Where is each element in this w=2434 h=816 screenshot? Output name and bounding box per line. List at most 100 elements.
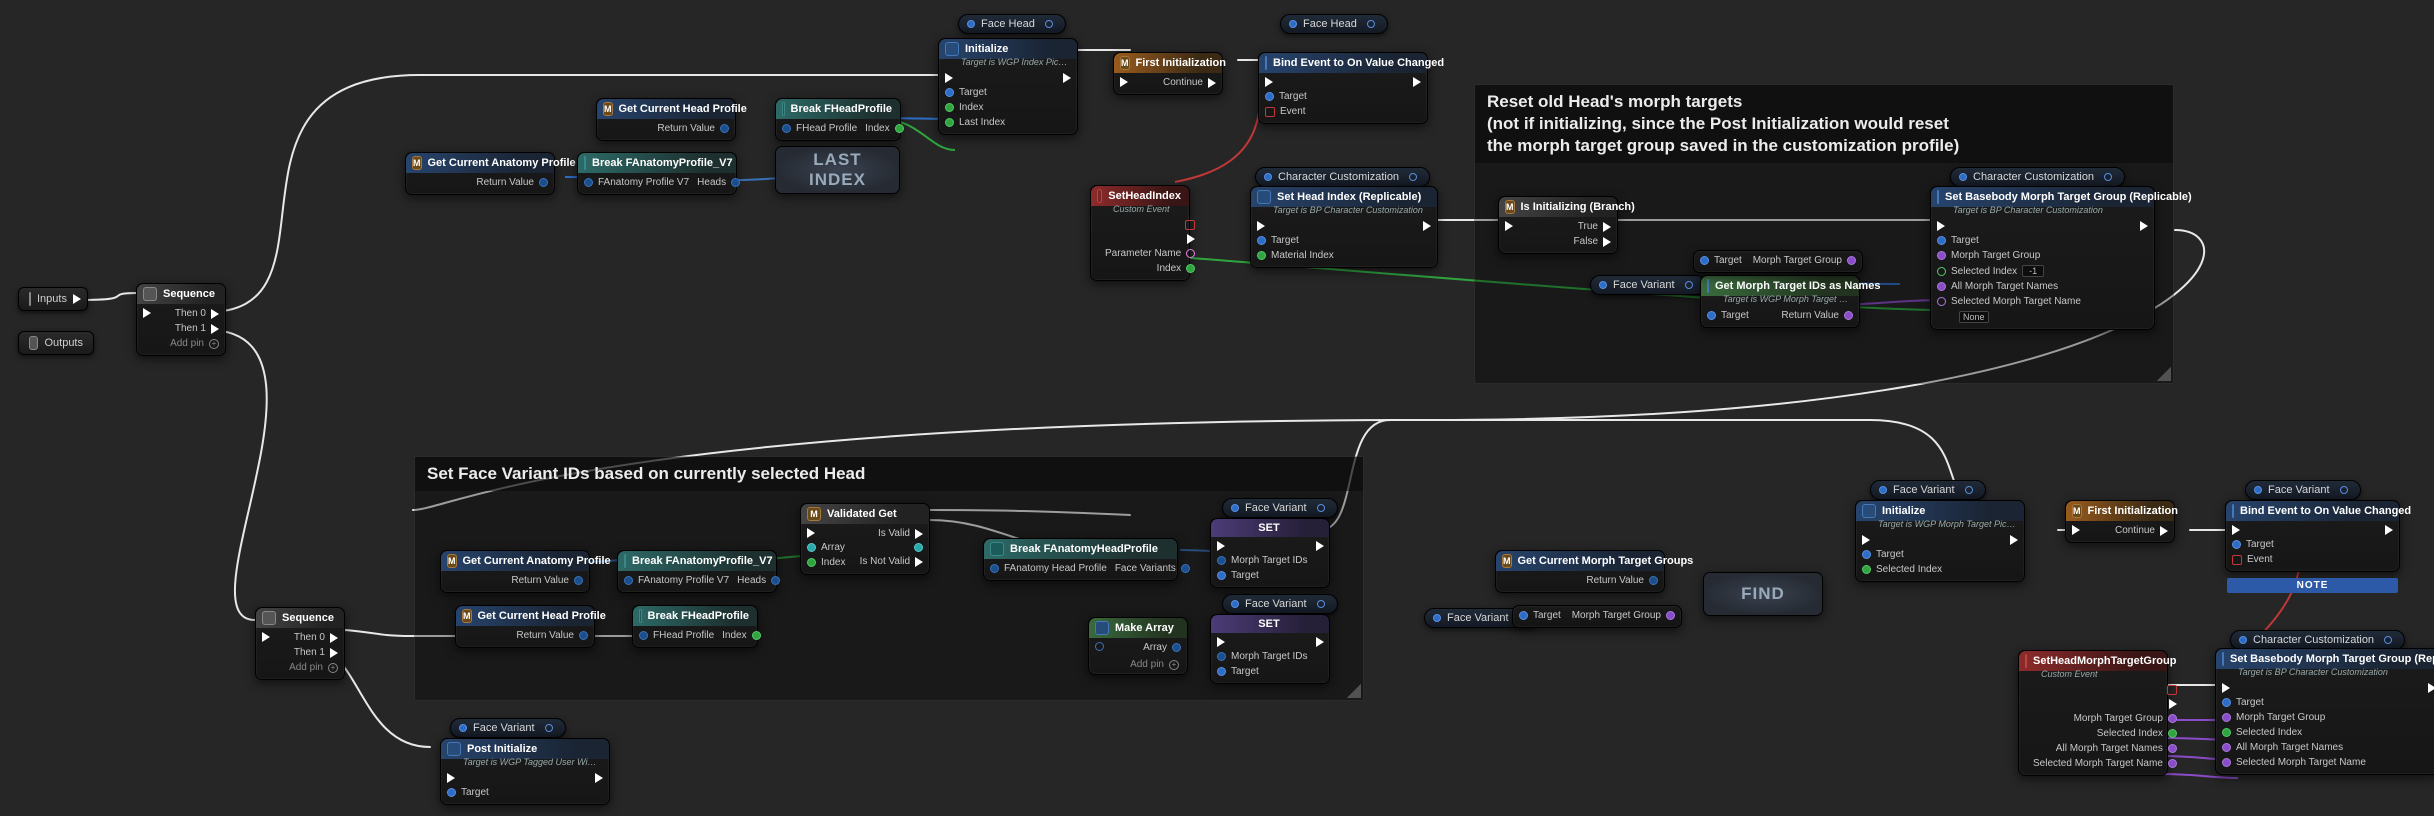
add-pin-label[interactable]: Add pin (170, 338, 204, 349)
pin-out-struct[interactable] (720, 124, 729, 133)
pin-in-int[interactable] (1862, 565, 1871, 574)
exec-out-icon[interactable] (595, 773, 603, 783)
exec-out-icon[interactable] (2010, 535, 2018, 545)
exec-out-icon[interactable] (330, 648, 338, 658)
pin-in[interactable] (1937, 251, 1946, 260)
outputs-tunnel[interactable]: Outputs (18, 331, 94, 355)
pin-in[interactable] (2222, 758, 2231, 767)
post-initialize-node[interactable]: Post Initialize Target is WGP Tagged Use… (440, 738, 610, 805)
exec-in-icon[interactable] (2222, 683, 2230, 693)
pin-out[interactable] (1186, 249, 1195, 258)
face-variant-var-2[interactable]: Face Variant (1222, 498, 1338, 518)
pin-in-obj[interactable] (1217, 571, 1226, 580)
var-out-pin[interactable] (1685, 281, 1693, 289)
exec-out-icon[interactable] (330, 633, 338, 643)
pin-in-struct[interactable] (782, 124, 791, 133)
exec-in-icon[interactable] (2232, 525, 2240, 535)
pin-out[interactable] (914, 543, 923, 552)
pin-in-obj[interactable] (1519, 611, 1528, 620)
initialize-node-2[interactable]: Initialize Target is WGP Morph Target Pi… (1855, 500, 2025, 582)
pin-in-struct[interactable] (990, 564, 999, 573)
pin-out-array[interactable] (1172, 643, 1181, 652)
face-head-var-2[interactable]: Face Head (1280, 14, 1388, 34)
delegate-out[interactable] (2167, 685, 2177, 695)
pin-out[interactable] (2168, 759, 2177, 768)
pin-in-obj[interactable] (945, 88, 954, 97)
exec-out-icon[interactable] (1208, 78, 1216, 88)
first-initialization-node[interactable]: MFirst Initialization Continue (1113, 52, 1223, 95)
pin-default-value[interactable]: None (1959, 311, 1989, 323)
pin-out-struct[interactable] (579, 631, 588, 640)
exec-in-icon[interactable] (1217, 637, 1225, 647)
pin-in-obj[interactable] (1217, 667, 1226, 676)
add-pin-label[interactable]: Add pin (289, 662, 323, 673)
break-fanatomyprofile-node[interactable]: Break FAnatomyProfile_V7 FAnatomy Profil… (577, 152, 737, 195)
pin-in-int[interactable] (1937, 267, 1946, 276)
delegate-out[interactable] (1185, 220, 1195, 230)
set-node-2[interactable]: SET Morph Target IDs Target (1210, 614, 1330, 684)
exec-in-icon[interactable] (1217, 541, 1225, 551)
exec-in-icon[interactable] (1257, 221, 1265, 231)
pin-in[interactable] (1937, 297, 1946, 306)
reroute-target-morph-node-2[interactable]: Target Morph Target Group (1512, 605, 1682, 628)
var-out-pin[interactable] (1317, 600, 1325, 608)
exec-out-icon[interactable] (915, 529, 923, 539)
pin-default-value[interactable]: -1 (2022, 265, 2044, 277)
pin-in-obj[interactable] (2232, 540, 2241, 549)
pin-in-obj[interactable] (1265, 92, 1274, 101)
pin-in-obj[interactable] (1707, 311, 1716, 320)
pin-in-array[interactable] (1937, 282, 1946, 291)
first-initialization-node-2[interactable]: MFirst Initialization Continue (2065, 500, 2175, 543)
exec-out-icon[interactable] (2160, 526, 2168, 536)
pin-in[interactable] (1095, 642, 1104, 651)
pin-in-struct[interactable] (639, 631, 648, 640)
face-variant-var-3[interactable]: Face Variant (1222, 594, 1338, 614)
pin-in-obj[interactable] (2222, 698, 2231, 707)
inputs-tunnel[interactable]: Inputs (18, 287, 88, 311)
resize-handle-icon[interactable] (2157, 367, 2171, 381)
pin-out-struct[interactable] (539, 178, 548, 187)
var-out-pin[interactable] (1317, 504, 1325, 512)
get-current-head-profile-node[interactable]: MGet Current Head Profile Return Value (596, 98, 736, 141)
exec-out-icon[interactable] (2385, 525, 2393, 535)
get-current-head-profile-node-2[interactable]: MGet Current Head Profile Return Value (455, 605, 595, 648)
pin-out-struct[interactable] (574, 576, 583, 585)
exec-out-icon[interactable] (1603, 222, 1611, 232)
get-morph-ids-node[interactable]: Get Morph Target IDs as Names Target is … (1700, 275, 1860, 328)
pin-in-obj[interactable] (447, 788, 456, 797)
pin-out-int[interactable] (895, 124, 904, 133)
exec-out-icon[interactable] (211, 324, 219, 334)
break-fheadprofile-node[interactable]: Break FHeadProfile FHead Profile Index (775, 98, 901, 141)
pin-in-struct[interactable] (624, 576, 633, 585)
break-fheadprofile-node-2[interactable]: Break FHeadProfile FHead Profile Index (632, 605, 758, 648)
var-out-pin[interactable] (1965, 486, 1973, 494)
break-fanatomyhead-node[interactable]: Break FAnatomyHeadProfile FAnatomy Head … (983, 538, 1178, 581)
resize-handle-icon[interactable] (1347, 684, 1361, 698)
face-head-var-1[interactable]: Face Head (958, 14, 1066, 34)
pin-in-array[interactable] (1217, 556, 1226, 565)
var-out-pin[interactable] (545, 724, 553, 732)
var-out-pin[interactable] (1045, 20, 1053, 28)
exec-in-icon[interactable] (143, 308, 151, 318)
pin-in-int[interactable] (1257, 251, 1266, 260)
find-node[interactable]: FIND (1703, 572, 1823, 616)
charcust-var-2[interactable]: Character Customization (1950, 167, 2125, 187)
pin-out-int[interactable] (752, 631, 761, 640)
exec-out-icon[interactable] (2428, 683, 2434, 693)
exec-out-icon[interactable] (1316, 541, 1324, 551)
delegate-pin[interactable] (2232, 555, 2242, 565)
charcust-var-3[interactable]: Character Customization (2230, 630, 2405, 650)
pin-in-int[interactable] (807, 558, 816, 567)
pin-out-int[interactable] (2168, 729, 2177, 738)
add-pin-icon[interactable]: + (328, 663, 338, 673)
pin-in-obj[interactable] (1257, 236, 1266, 245)
exec-in-icon[interactable] (1937, 221, 1945, 231)
pin-in-struct[interactable] (584, 178, 593, 187)
exec-in-icon[interactable] (1862, 535, 1870, 545)
exec-in-icon[interactable] (262, 632, 270, 642)
initialize-node[interactable]: Initialize Target is WGP Index Picker Ta… (938, 38, 1078, 135)
pin-in-obj[interactable] (1862, 550, 1871, 559)
face-variant-var-4[interactable]: Face Variant (450, 718, 566, 738)
set-head-index-rep-node[interactable]: Set Head Index (Replicable) Target is BP… (1250, 186, 1438, 268)
set-node-1[interactable]: SET Morph Target IDs Target (1210, 518, 1330, 588)
